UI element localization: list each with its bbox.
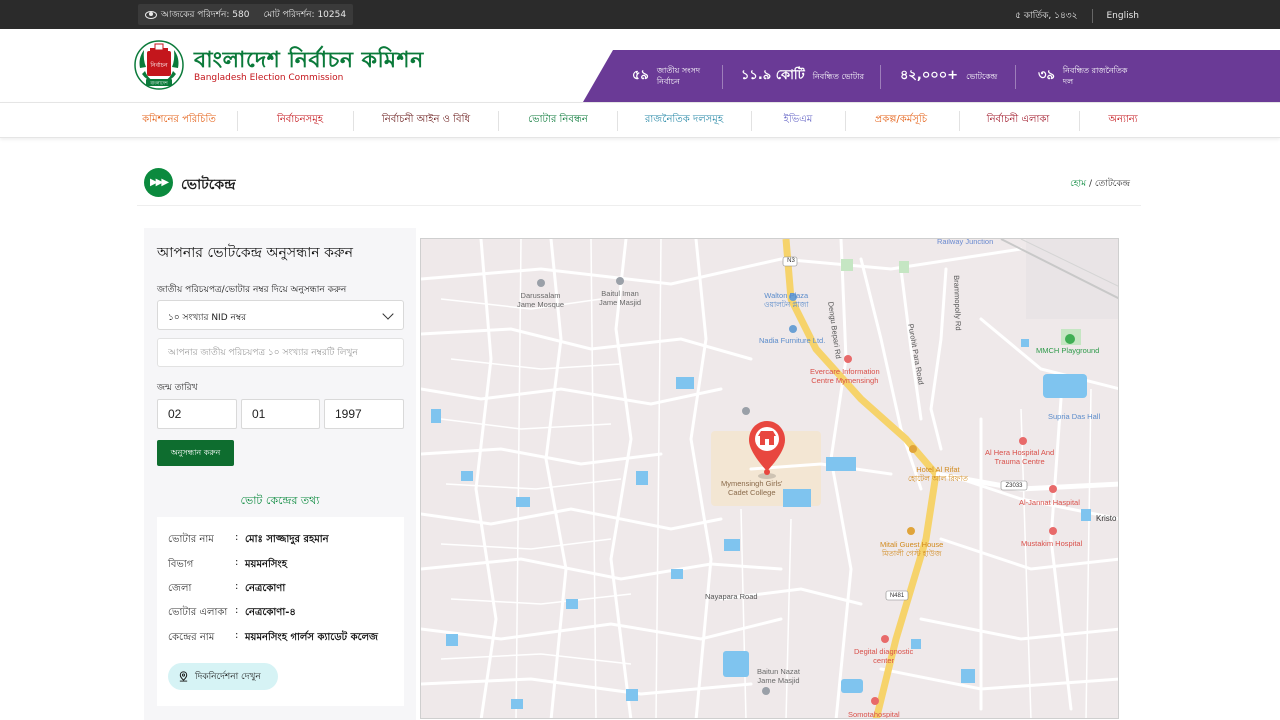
top-bar: আজকের পরিদর্শন: 580 মোট পরিদর্শন: 10254 … — [0, 0, 1280, 29]
nav-commission-intro[interactable]: কমিশনের পরিচিতি — [133, 103, 225, 137]
directions-button[interactable]: দিকনির্দেশনা দেখুন — [168, 663, 278, 690]
site-header: নির্বাচন বাংলাদেশ বাংলাদেশ নির্বাচন কমিশ… — [0, 29, 1280, 102]
map-label: Al Hera Hospital And Trauma Centre — [985, 448, 1055, 466]
nav-evm[interactable]: ইভিএম — [762, 103, 834, 137]
nav-elections[interactable]: নির্বাচনসমূহ — [250, 103, 350, 137]
page-title: ভোটকেন্দ্র — [181, 177, 236, 193]
map-view[interactable]: Railway Junction N3 Darussalam Jame Mosq… — [420, 238, 1119, 719]
divider — [722, 65, 723, 89]
nav-political-parties[interactable]: রাজনৈতিক দলসমূহ — [630, 103, 738, 137]
main-nav: কমিশনের পরিচিতি নির্বাচনসমূহ নির্বাচনী আ… — [0, 102, 1280, 138]
divider — [1079, 111, 1080, 131]
map-label: Railway Junction — [937, 238, 994, 246]
search-panel: আপনার ভোটকেন্দ্র অনুসন্ধান করুন জাতীয় প… — [144, 228, 416, 720]
map-label: Z3033 — [1005, 483, 1023, 489]
map-label: Evercare Information Centre Mymensingh — [810, 367, 880, 385]
map-label: Mitali Guest House মিতালী গেস্ট হাউজ — [880, 540, 944, 558]
election-commission-logo[interactable]: নির্বাচন বাংলাদেশ — [134, 40, 184, 90]
map-label: Mymensingh Girls' Cadet College — [721, 479, 783, 497]
dob-day-input[interactable] — [157, 399, 237, 429]
map-label: N481 — [889, 593, 905, 599]
stat-parties: ৩৯ নিবন্ধিত রাজনৈতিক দল — [1038, 66, 1128, 86]
stats-banner: ৫৯ জাতীয় সংসদ নির্বাচন ১১.৯ কোটি নিবন্ধি… — [583, 50, 1280, 102]
divider — [498, 111, 499, 131]
map-label: MMCH Playground — [1036, 346, 1100, 355]
id-type-select[interactable]: ১০ সংখ্যার NID নম্বর — [157, 300, 404, 330]
breadcrumb: হোম / তোটকেন্দ্র — [1070, 179, 1130, 189]
map-label: Nayapara Road — [705, 592, 758, 601]
divider — [1091, 8, 1093, 23]
divider — [137, 205, 1141, 206]
map-label: Mustakim Hospital — [1021, 539, 1083, 548]
divider — [1015, 65, 1016, 89]
today-visits: আজকের পরিদর্শন: 580 — [145, 7, 249, 22]
map-label: Walton Plaza ওয়ালটন প্লাজা — [764, 291, 809, 309]
divider — [845, 111, 846, 131]
language-switch[interactable]: English — [1107, 11, 1140, 21]
nid-input[interactable] — [157, 338, 404, 367]
divider — [880, 65, 881, 89]
center-info-box: ভোটার নাম: মোঃ সাজ্জাদুর রহমান বিভাগ: ময়ম… — [157, 517, 404, 706]
map-label: Supria Das Hall — [1048, 412, 1101, 421]
map-label: Al-Jannat Haspital — [1019, 498, 1080, 507]
total-visits: মোট পরিদর্শন: 10254 — [263, 10, 347, 20]
divider — [617, 111, 618, 131]
breadcrumb-current: তোটকেন্দ্র — [1094, 179, 1130, 189]
visit-counter: আজকের পরিদর্শন: 580 মোট পরিদর্শন: 10254 — [138, 4, 354, 25]
divider — [751, 111, 752, 131]
dob-label: জন্ম তারিখ — [157, 383, 198, 393]
dob-month-input[interactable] — [241, 399, 320, 429]
svg-text:নির্বাচন: নির্বাচন — [149, 62, 168, 69]
divider — [237, 111, 238, 131]
map-label: Hotel Al Rifat হোটেল আল রিফাত — [908, 465, 968, 483]
map-label: Brammopolly Rd — [952, 275, 963, 331]
map-label: N3 — [787, 258, 795, 264]
brand-name-en: Bangladesh Election Commission — [194, 73, 344, 83]
nav-constituency[interactable]: নির্বাচনী এলাকা — [970, 103, 1066, 137]
map-label: Nadia Furniture Ltd. — [759, 336, 826, 345]
eye-icon — [145, 10, 157, 19]
map-label: Baitun Nazat Jame Masjid — [757, 667, 800, 685]
map-label: Baitul Iman Jame Masjid — [599, 289, 642, 307]
nav-projects[interactable]: প্রকল্প/কর্মসূচি — [856, 103, 946, 137]
stat-voters: ১১.৯ কোটি নিবন্ধিত ভোটার — [741, 67, 865, 83]
divider — [353, 111, 354, 131]
center-info-heading: ভোট কেন্দ্রের তথ্য — [240, 494, 320, 507]
chevron-down-icon — [382, 308, 394, 320]
map-label: Somotahospital — [848, 710, 900, 719]
stat-elections: ৫৯ জাতীয় সংসদ নির্বাচন — [632, 66, 701, 86]
nav-voter-registration[interactable]: ভোটার নিবন্ধন — [510, 103, 606, 137]
map-label: Degital diagnostic center — [854, 647, 914, 665]
nav-election-law[interactable]: নির্বাচনী আইন ও বিধি — [368, 103, 484, 137]
search-button[interactable]: অনুসন্ধান করুন — [157, 440, 234, 466]
svg-text:বাংলাদেশ: বাংলাদেশ — [149, 81, 169, 87]
search-title: আপনার ভোটকেন্দ্র অনুসন্ধান করুন — [157, 245, 353, 261]
map-label: Darussalam Jame Mosque — [517, 291, 565, 309]
nav-others[interactable]: অন্যান্য — [1090, 103, 1156, 137]
dob-year-input[interactable] — [324, 399, 404, 429]
location-pin-icon — [179, 671, 188, 682]
current-date: ৫ কার্তিক, ১৪৩২ — [1015, 11, 1078, 21]
divider — [959, 111, 960, 131]
map-label: Kristo — [1096, 514, 1117, 523]
breadcrumb-home[interactable]: হোম — [1070, 179, 1086, 189]
fast-forward-icon: ▶▶▶ — [144, 168, 173, 197]
stat-centers: ৪২,০০০+ ভোটকেন্দ্র — [900, 67, 998, 83]
id-label: জাতীয় পরিচয়পত্র/ভোটার নম্বর দিয়ে অনুস… — [157, 285, 347, 295]
